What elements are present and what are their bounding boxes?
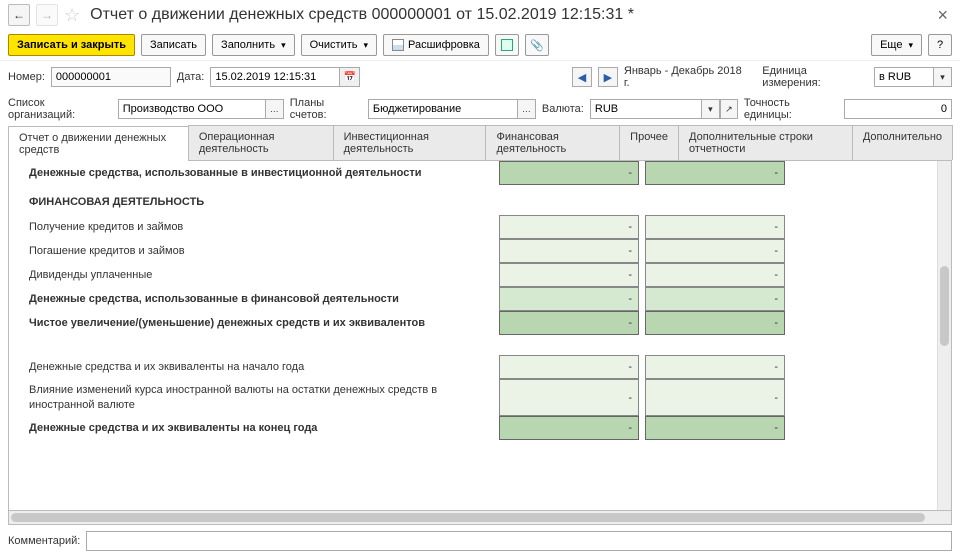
spreadsheet-icon xyxy=(501,39,513,51)
number-field[interactable] xyxy=(51,67,171,87)
value-cell[interactable]: - xyxy=(499,379,639,416)
table-row: Погашение кредитов и займов-- xyxy=(9,239,937,263)
tab-cashflow-report[interactable]: Отчет о движении денежных средств xyxy=(8,126,189,161)
save-button[interactable]: Записать xyxy=(141,34,206,56)
row-label: Денежные средства и их эквиваленты на на… xyxy=(9,355,499,379)
decode-button[interactable]: Расшифровка xyxy=(383,34,489,56)
value-cell[interactable]: - xyxy=(499,355,639,379)
value-cell[interactable]: - xyxy=(499,161,639,185)
plans-select-button[interactable]: … xyxy=(518,99,536,119)
tab-bar: Отчет о движении денежных средств Операц… xyxy=(8,125,952,161)
date-field[interactable] xyxy=(210,67,340,87)
help-button[interactable]: ? xyxy=(928,34,952,56)
table-row: ФИНАНСОВАЯ ДЕЯТЕЛЬНОСТЬ xyxy=(9,185,937,215)
tab-extras[interactable]: Дополнительно xyxy=(852,125,953,160)
number-label: Номер: xyxy=(8,71,45,83)
plans-label: Планы счетов: xyxy=(290,97,362,121)
table-row: Чистое увеличение/(уменьшение) денежных … xyxy=(9,311,937,335)
currency-open-button[interactable]: ↗ xyxy=(720,99,738,119)
unit-field[interactable] xyxy=(874,67,934,87)
value-cell[interactable]: - xyxy=(645,379,785,416)
value-cell[interactable]: - xyxy=(645,215,785,239)
value-cell[interactable]: - xyxy=(499,416,639,440)
period-text: Январь - Декабрь 2018 г. xyxy=(624,65,750,89)
plans-field[interactable] xyxy=(368,99,518,119)
row-label: Чистое увеличение/(уменьшение) денежных … xyxy=(9,311,499,335)
period-next-button[interactable]: ▶ xyxy=(598,67,618,87)
orgs-label: Список организаций: xyxy=(8,97,112,121)
period-prev-button[interactable]: ◀ xyxy=(572,67,592,87)
fill-button[interactable]: Заполнить▾ xyxy=(212,34,295,56)
currency-field[interactable] xyxy=(590,99,702,119)
value-cell[interactable]: - xyxy=(645,416,785,440)
value-cell[interactable]: - xyxy=(645,355,785,379)
clear-button[interactable]: Очистить▾ xyxy=(301,34,377,56)
date-label: Дата: xyxy=(177,71,204,83)
calendar-button[interactable]: 📅 xyxy=(340,67,360,87)
value-cell[interactable]: - xyxy=(645,287,785,311)
tab-operating[interactable]: Операционная деятельность xyxy=(188,125,334,160)
precision-label: Точность единицы: xyxy=(744,97,838,121)
tab-financing[interactable]: Финансовая деятельность xyxy=(485,125,620,160)
tab-other[interactable]: Прочее xyxy=(619,125,679,160)
table-row: Денежные средства, использованные в фина… xyxy=(9,287,937,311)
attachment-button[interactable]: 📎 xyxy=(525,34,549,56)
value-cell[interactable]: - xyxy=(645,311,785,335)
currency-dropdown-button[interactable]: ▾ xyxy=(702,99,720,119)
orgs-field[interactable] xyxy=(118,99,266,119)
table-row: Денежные средства и их эквиваленты на ко… xyxy=(9,416,937,440)
page-title: Отчет о движении денежных средств 000000… xyxy=(90,6,927,24)
calendar-icon: 📅 xyxy=(344,72,356,83)
value-cell[interactable]: - xyxy=(645,239,785,263)
table-row: Получение кредитов и займов-- xyxy=(9,215,937,239)
table-row: Денежные средства, использованные в инве… xyxy=(9,161,937,185)
currency-label: Валюта: xyxy=(542,103,584,115)
nav-back-button[interactable]: ← xyxy=(8,4,30,26)
row-label: Получение кредитов и займов xyxy=(9,215,499,239)
value-cell[interactable]: - xyxy=(499,263,639,287)
table-row: Денежные средства и их эквиваленты на на… xyxy=(9,355,937,379)
value-cell[interactable]: - xyxy=(499,287,639,311)
value-cell[interactable]: - xyxy=(499,215,639,239)
row-label: Погашение кредитов и займов xyxy=(9,239,499,263)
value-cell[interactable]: - xyxy=(645,161,785,185)
table-row: Влияние изменений курса иностранной валю… xyxy=(9,379,937,416)
unit-label: Единица измерения: xyxy=(762,65,868,89)
save-and-close-button[interactable]: Записать и закрыть xyxy=(8,34,135,56)
precision-field[interactable] xyxy=(844,99,952,119)
comment-label: Комментарий: xyxy=(8,535,80,547)
more-button[interactable]: Еще▾ xyxy=(871,34,922,56)
chevron-down-icon: ▾ xyxy=(281,40,286,51)
report-icon-button[interactable] xyxy=(495,34,519,56)
value-cell[interactable]: - xyxy=(645,263,785,287)
report-grid: Денежные средства, использованные в инве… xyxy=(8,161,952,511)
chevron-down-icon: ▾ xyxy=(908,40,913,51)
comment-field[interactable] xyxy=(86,531,952,551)
row-label: Денежные средства и их эквиваленты на ко… xyxy=(9,416,499,440)
value-cell[interactable]: - xyxy=(499,311,639,335)
value-cell[interactable]: - xyxy=(499,239,639,263)
tab-investing[interactable]: Инвестиционная деятельность xyxy=(333,125,487,160)
row-label: Дивиденды уплаченные xyxy=(9,263,499,287)
nav-forward-button[interactable]: → xyxy=(36,4,58,26)
row-label: Влияние изменений курса иностранной валю… xyxy=(9,379,499,416)
row-label: Денежные средства, использованные в инве… xyxy=(9,161,499,185)
favorite-icon[interactable]: ☆ xyxy=(64,5,80,26)
row-label: Денежные средства, использованные в фина… xyxy=(9,287,499,311)
row-label: ФИНАНСОВАЯ ДЕЯТЕЛЬНОСТЬ xyxy=(9,185,499,215)
orgs-select-button[interactable]: … xyxy=(266,99,284,119)
horizontal-scrollbar[interactable] xyxy=(8,511,952,525)
tab-additional-lines[interactable]: Дополнительные строки отчетности xyxy=(678,125,853,160)
table-row: Дивиденды уплаченные-- xyxy=(9,263,937,287)
vertical-scrollbar[interactable] xyxy=(937,161,951,510)
unit-dropdown-button[interactable]: ▾ xyxy=(934,67,952,87)
chevron-down-icon: ▾ xyxy=(363,40,368,51)
close-icon[interactable]: × xyxy=(933,5,952,26)
table-icon xyxy=(392,39,404,51)
paperclip-icon: 📎 xyxy=(530,39,544,52)
